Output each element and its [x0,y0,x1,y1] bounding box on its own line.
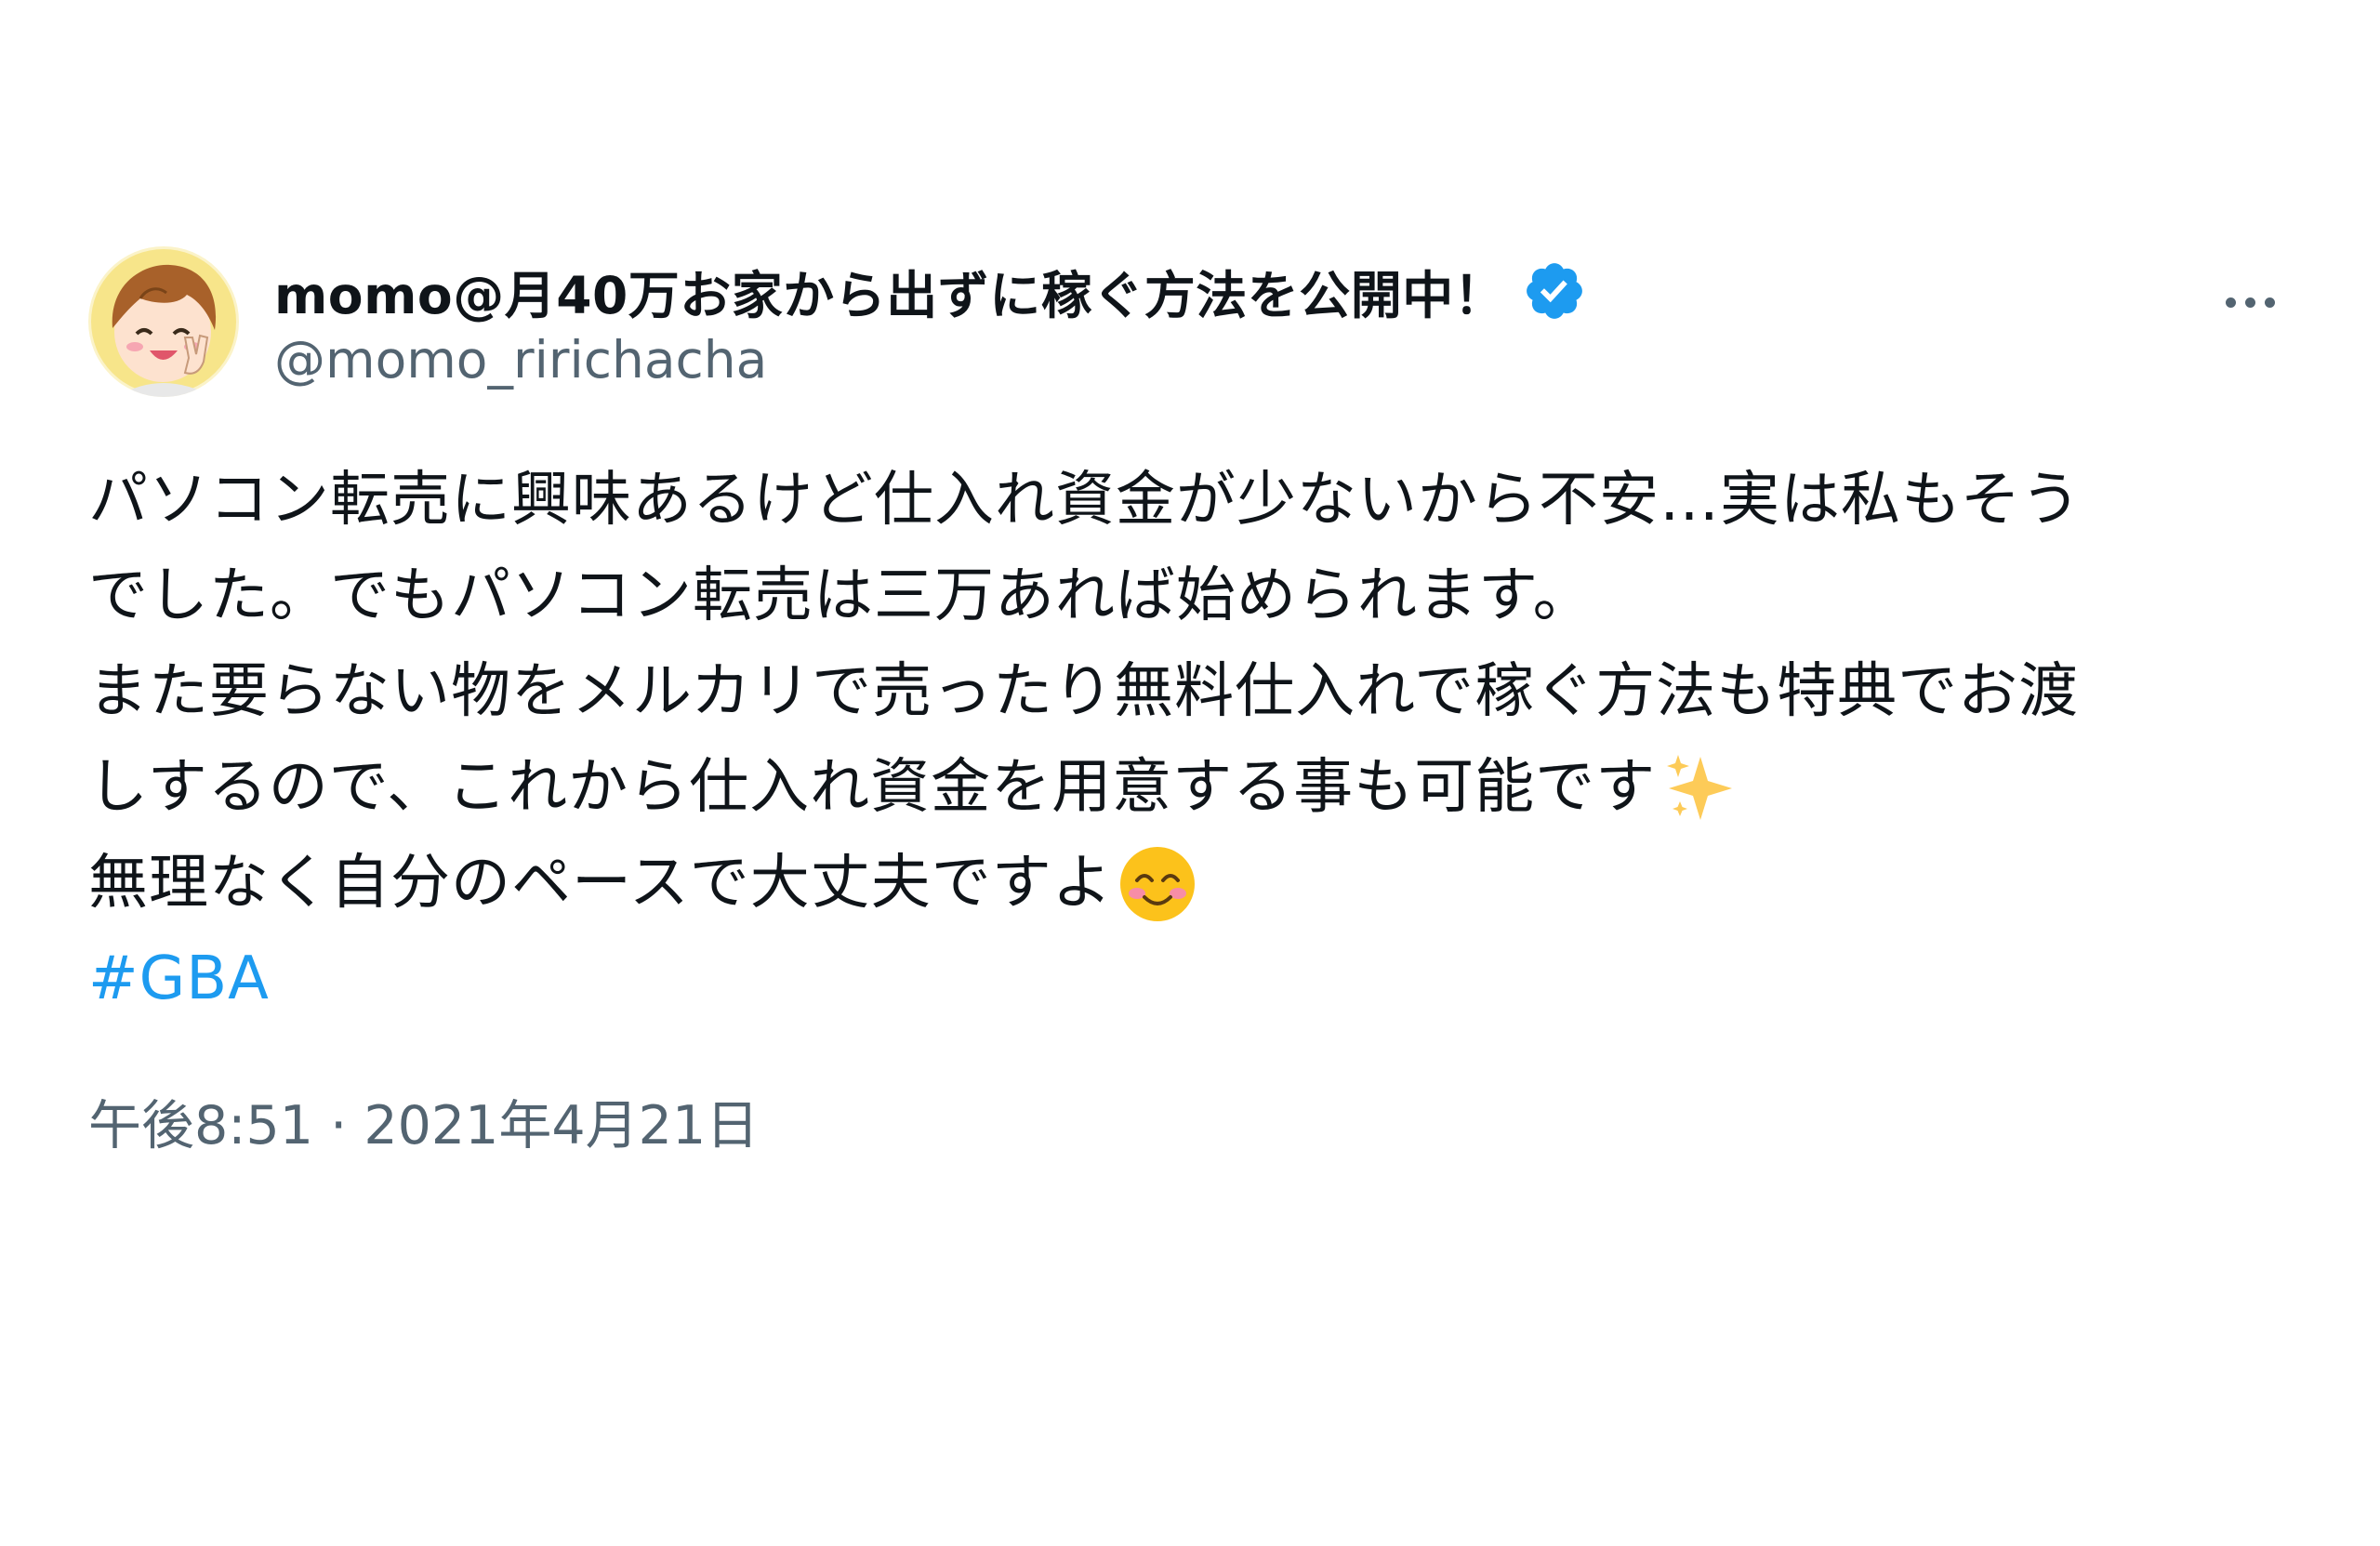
tweet-text-segment: パソコン転売に興味あるけど仕入れ資金が少ないから不安…実は私もそう [88,466,2082,535]
tweet-timestamp[interactable]: 午後8:51 · 2021年4月21日 [88,1083,2292,1159]
more-options-button[interactable] [2208,274,2292,330]
avatar-image [88,246,239,397]
hashtag-link[interactable]: #GBA [88,932,270,1027]
smiling-face-emoji [1117,843,1198,925]
user-handle[interactable]: @momo_ririchacha [274,330,1587,390]
tweet-text: パソコン転売に興味あるけど仕入れ資金が少ないから不安…実は私もそう でした。でも… [88,453,2292,1027]
tweet-text-line: パソコン転売に興味あるけど仕入れ資金が少ないから不安…実は私もそう [88,453,2292,548]
sparkles-emoji [1659,747,1741,829]
more-options-icon [2225,297,2236,308]
display-name-row: momo@月40万お家から出ずに稼ぐ方法を公開中！ [274,254,1587,328]
tweet-text-line: でした。でもパソコン転売は三万あれば始められます。 [88,548,2292,644]
more-options-icon [2244,297,2255,308]
tweet-text-segment: しするので、これから仕入れ資金を用意する事も可能です [88,753,1657,822]
verified-badge-icon[interactable] [1522,258,1587,324]
tweet-text-line: また要らない物をメルカリで売ったり無料仕入れで稼ぐ方法も特典でお渡 [88,644,2292,740]
tweet-text-line: 無理なく自分のペースで大丈夫ですよ [88,836,2292,932]
tweet-text-segment: 無理なく自分のペースで大丈夫ですよ [88,849,1113,918]
tweet-text-line: しするので、これから仕入れ資金を用意する事も可能です [88,740,2292,836]
user-names: momo@月40万お家から出ずに稼ぐ方法を公開中！ @momo_ririchac… [274,254,1587,390]
tweet-text-segment: でした。でもパソコン転売は三万あれば始められます。 [88,562,1593,630]
tweet-text-segment: また要らない物をメルカリで売ったり無料仕入れで稼ぐ方法も特典でお渡 [88,657,2080,726]
more-options-icon [2264,297,2275,308]
display-name[interactable]: momo@月40万お家から出ずに稼ぐ方法を公開中！ [274,254,1505,328]
avatar[interactable] [88,246,239,397]
tweet-card: momo@月40万お家から出ずに稼ぐ方法を公開中！ @momo_ririchac… [88,246,2292,1159]
tweet-header: momo@月40万お家から出ずに稼ぐ方法を公開中！ @momo_ririchac… [88,246,2292,404]
